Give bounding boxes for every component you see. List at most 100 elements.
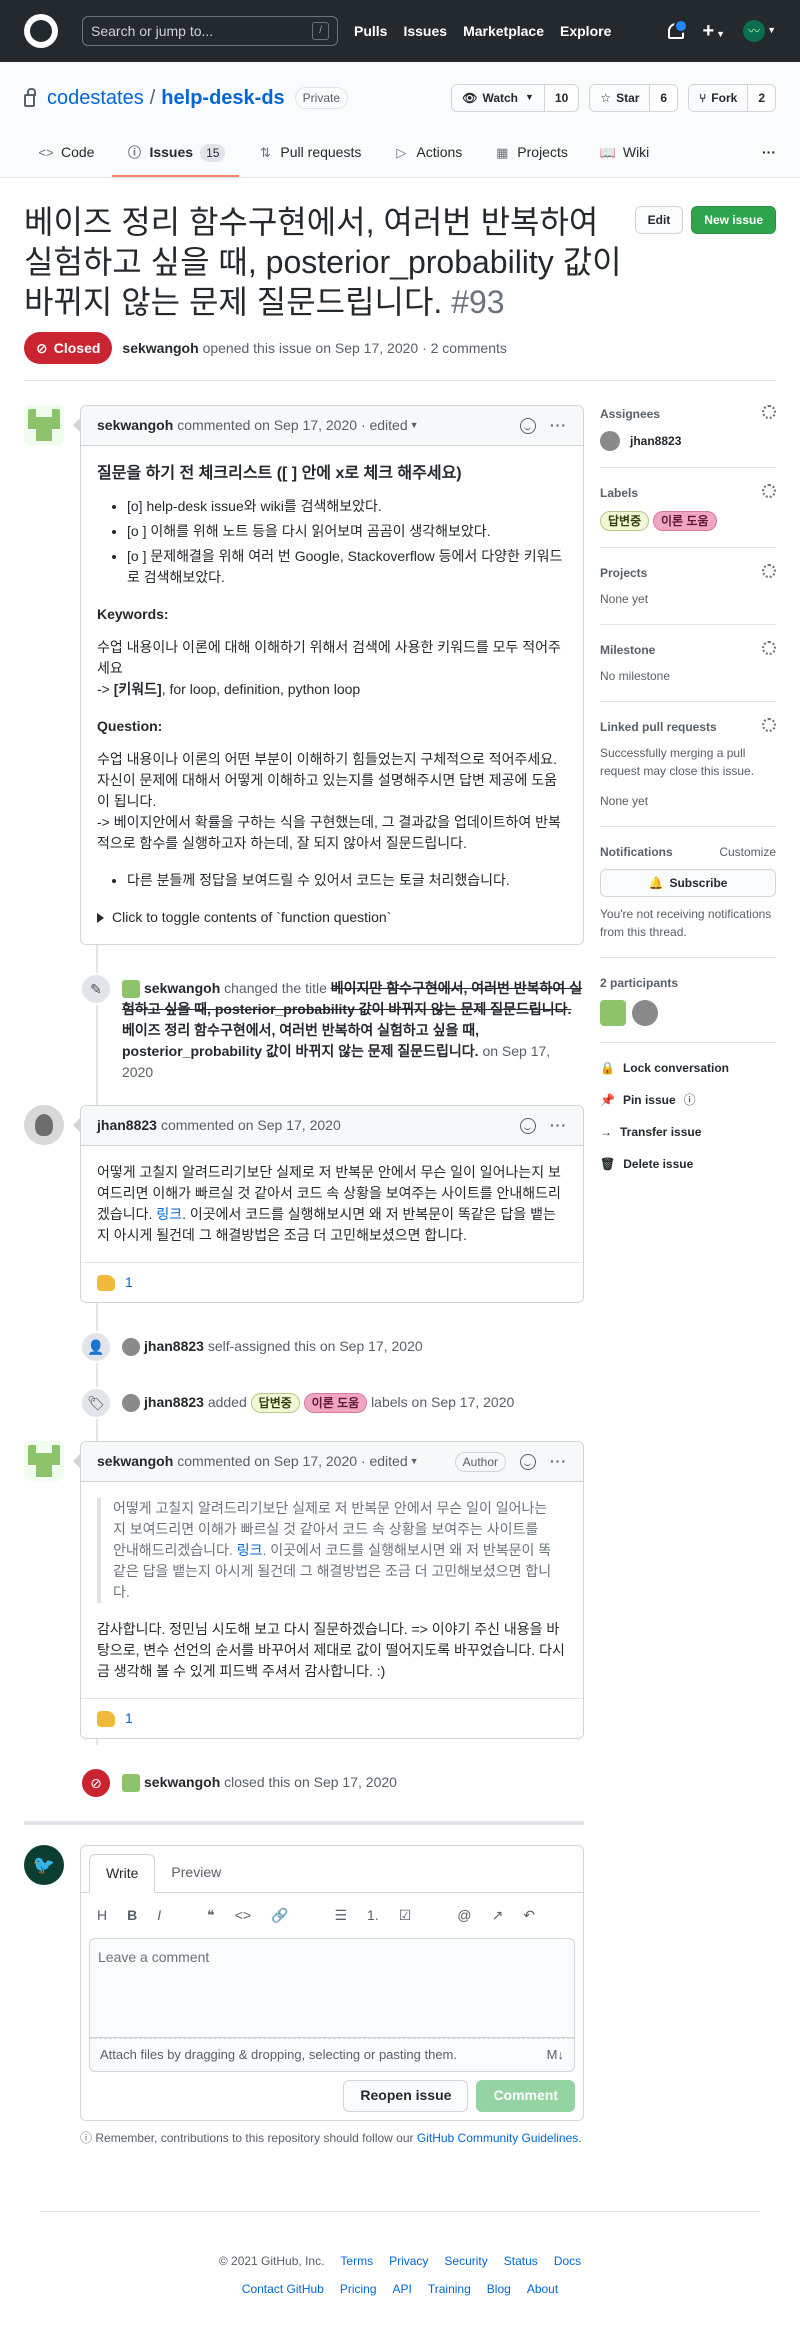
- tab-wiki[interactable]: 📖 Wiki: [586, 134, 663, 177]
- footer-link-contact[interactable]: Contact GitHub: [242, 2280, 324, 2298]
- comment-author-link[interactable]: jhan8823: [97, 1115, 157, 1136]
- edit-title-button[interactable]: Edit: [634, 206, 684, 234]
- add-reaction-icon[interactable]: [520, 417, 536, 434]
- customize-link[interactable]: Customize: [719, 843, 776, 861]
- comment-timestamp[interactable]: commented on Sep 17, 2020: [161, 1115, 341, 1136]
- add-reaction-icon[interactable]: [520, 1117, 536, 1134]
- assignees-heading[interactable]: Assignees: [600, 405, 660, 423]
- event-author-link[interactable]: sekwangoh: [144, 1774, 220, 1790]
- reopen-issue-button[interactable]: Reopen issue: [343, 2079, 469, 2112]
- reply-icon[interactable]: ↶: [523, 1905, 535, 1926]
- linked-prs-heading[interactable]: Linked pull requests: [600, 718, 717, 736]
- thumbs-up-reaction[interactable]: 1: [97, 1272, 133, 1293]
- assignee[interactable]: jhan8823: [600, 431, 776, 451]
- inline-link[interactable]: 링크: [237, 1542, 263, 1558]
- issue-author-link[interactable]: sekwangoh: [122, 340, 198, 356]
- transfer-issue-button[interactable]: → Transfer issue: [600, 1123, 776, 1141]
- avatar[interactable]: [122, 1394, 140, 1413]
- mention-icon[interactable]: @: [457, 1905, 471, 1926]
- create-new-menu[interactable]: + ▼: [702, 16, 725, 46]
- labels-heading[interactable]: Labels: [600, 484, 638, 502]
- footer-link-status[interactable]: Status: [504, 2252, 538, 2270]
- projects-heading[interactable]: Projects: [600, 564, 647, 582]
- tab-pull-requests[interactable]: ⇅ Pull requests: [243, 134, 375, 177]
- nav-explore[interactable]: Explore: [560, 21, 611, 42]
- avatar[interactable]: 🐦: [24, 1845, 64, 1885]
- tab-preview[interactable]: Preview: [155, 1854, 237, 1892]
- avatar[interactable]: [24, 1441, 64, 1481]
- nav-marketplace[interactable]: Marketplace: [463, 21, 544, 42]
- event-author-link[interactable]: jhan8823: [144, 1394, 204, 1410]
- footer-link-terms[interactable]: Terms: [340, 2252, 373, 2270]
- inline-link[interactable]: 링크: [156, 1206, 182, 1222]
- gear-icon[interactable]: [762, 405, 776, 419]
- nav-pulls[interactable]: Pulls: [354, 21, 387, 42]
- tab-code[interactable]: <> Code: [24, 134, 108, 177]
- tab-actions[interactable]: ▷ Actions: [379, 134, 476, 177]
- bulleted-list-icon[interactable]: ☰: [334, 1905, 347, 1926]
- avatar[interactable]: [24, 405, 64, 445]
- comment-timestamp[interactable]: commented on Sep 17, 2020: [177, 415, 357, 436]
- fork-count[interactable]: 2: [748, 85, 775, 111]
- kebab-menu-icon[interactable]: ···: [550, 415, 567, 436]
- quote-icon[interactable]: ❝: [207, 1905, 215, 1926]
- gear-icon[interactable]: [762, 564, 776, 578]
- comment-author-link[interactable]: sekwangoh: [97, 1451, 173, 1472]
- kebab-menu-icon[interactable]: ···: [550, 1115, 567, 1136]
- footer-link-docs[interactable]: Docs: [554, 2252, 581, 2270]
- github-logo-icon[interactable]: [24, 14, 58, 48]
- footer-link-api[interactable]: API: [393, 2280, 412, 2298]
- nav-issues[interactable]: Issues: [403, 21, 447, 42]
- italic-icon[interactable]: I: [157, 1905, 161, 1926]
- search-input[interactable]: Search or jump to... /: [82, 16, 338, 46]
- more-icon[interactable]: ···: [762, 134, 776, 177]
- cross-reference-icon[interactable]: ↗: [492, 1905, 504, 1926]
- avatar[interactable]: [632, 1000, 658, 1026]
- event-author-link[interactable]: jhan8823: [144, 1338, 204, 1354]
- user-menu[interactable]: 〰 ▼: [743, 20, 776, 42]
- comment-button[interactable]: Comment: [476, 2079, 575, 2112]
- footer-link-security[interactable]: Security: [444, 2252, 487, 2270]
- comment-author-link[interactable]: sekwangoh: [97, 415, 173, 436]
- footer-link-blog[interactable]: Blog: [487, 2280, 511, 2298]
- avatar[interactable]: [122, 1338, 140, 1357]
- subscribe-button[interactable]: 🔔 Subscribe: [600, 869, 776, 897]
- avatar[interactable]: [24, 1105, 64, 1145]
- comment-timestamp[interactable]: commented on Sep 17, 2020: [177, 1451, 357, 1472]
- avatar[interactable]: [122, 1774, 140, 1793]
- gear-icon[interactable]: [762, 484, 776, 498]
- watch-button[interactable]: 👁 Watch ▼: [452, 85, 545, 111]
- milestone-heading[interactable]: Milestone: [600, 641, 655, 659]
- guidelines-link[interactable]: GitHub Community Guidelines: [417, 2131, 578, 2145]
- gear-icon[interactable]: [762, 718, 776, 732]
- lock-conversation-button[interactable]: 🔒 Lock conversation: [600, 1059, 776, 1077]
- repo-name-link[interactable]: help-desk-ds: [161, 83, 284, 113]
- footer-link-training[interactable]: Training: [428, 2280, 471, 2298]
- bold-icon[interactable]: B: [127, 1905, 137, 1926]
- star-button[interactable]: ☆ Star: [590, 85, 651, 111]
- label-theory-help[interactable]: 이론 도움: [303, 1393, 368, 1413]
- tab-issues[interactable]: ⓘ Issues 15: [112, 134, 240, 177]
- link-icon[interactable]: 🔗: [271, 1905, 288, 1926]
- star-count[interactable]: 6: [650, 85, 678, 111]
- edited-dropdown[interactable]: · edited: [361, 1451, 408, 1472]
- new-issue-button[interactable]: New issue: [691, 206, 776, 234]
- markdown-icon[interactable]: M↓: [547, 2045, 564, 2065]
- watch-count[interactable]: 10: [544, 85, 579, 111]
- task-list-icon[interactable]: ☑: [399, 1905, 412, 1926]
- tab-projects[interactable]: ▦ Projects: [480, 134, 582, 177]
- fork-button[interactable]: ⑂ Fork: [689, 85, 749, 111]
- tab-write[interactable]: Write: [89, 1854, 156, 1893]
- label-theory-help[interactable]: 이론 도움: [653, 511, 717, 531]
- footer-link-about[interactable]: About: [527, 2280, 558, 2298]
- delete-issue-button[interactable]: 🗑 Delete issue: [600, 1155, 776, 1173]
- footer-link-pricing[interactable]: Pricing: [340, 2280, 377, 2298]
- heading-icon[interactable]: H: [97, 1905, 107, 1926]
- attach-files-area[interactable]: Attach files by dragging & dropping, sel…: [89, 2038, 575, 2072]
- toggle-details[interactable]: Click to toggle contents of `function qu…: [97, 907, 567, 928]
- comment-textarea[interactable]: Leave a comment: [89, 1938, 575, 2038]
- label-answering[interactable]: 답변중: [600, 511, 650, 531]
- label-answering[interactable]: 답변중: [250, 1393, 300, 1413]
- repo-owner-link[interactable]: codestates: [47, 83, 144, 113]
- avatar[interactable]: [600, 1000, 626, 1026]
